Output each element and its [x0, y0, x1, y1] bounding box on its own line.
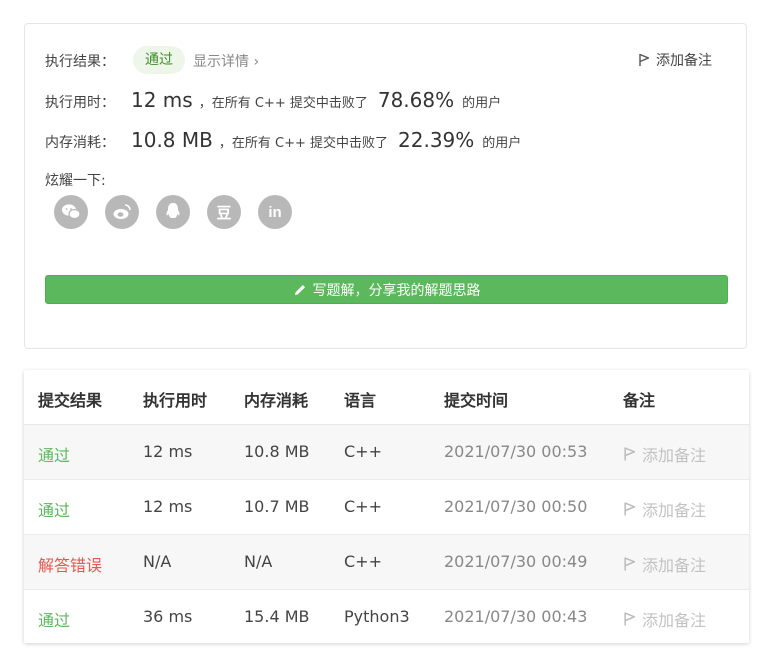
wechat-icon[interactable]: [54, 195, 88, 229]
row-add-note-label: 添加备注: [642, 501, 707, 520]
memory-value: 10.8 MB: [131, 128, 213, 152]
submissions-table: 提交结果 执行用时 内存消耗 语言 提交时间 备注 通过 12 ms 10.8 …: [24, 370, 749, 643]
row-status-link[interactable]: 通过: [38, 497, 70, 521]
row-status-link[interactable]: 解答错误: [38, 552, 102, 576]
header-status: 提交结果: [38, 391, 103, 410]
runtime-suffix: 的用户: [462, 96, 502, 111]
table-row: 通过 36 ms 15.4 MB Python3 2021/07/30 00:4…: [24, 590, 749, 643]
row-add-note-button[interactable]: 添加备注: [623, 497, 706, 521]
runtime-label: 执行用时：: [45, 95, 115, 111]
runtime-middle-text: ，在所有 C++ 提交中击败了: [198, 96, 368, 111]
douban-icon[interactable]: 豆: [207, 195, 241, 229]
memory-label: 内存消耗：: [45, 135, 115, 151]
row-runtime: N/A: [143, 552, 172, 571]
header-language: 语言: [344, 391, 377, 410]
runtime-percent: 78.68%: [377, 88, 455, 112]
row-submit-time: 2021/07/30 00:53: [444, 442, 588, 461]
memory-stat: 内存消耗： 10.8 MB ，在所有 C++ 提交中击败了 22.39% 的用户: [45, 128, 521, 152]
write-solution-label: 写题解，分享我的解题思路: [312, 282, 481, 299]
write-solution-button[interactable]: 写题解，分享我的解题思路: [45, 275, 728, 304]
row-language: C++: [344, 497, 382, 516]
row-memory: 10.8 MB: [244, 442, 310, 461]
row-add-note-label: 添加备注: [642, 611, 707, 630]
table-row: 通过 12 ms 10.7 MB C++ 2021/07/30 00:50 添加…: [24, 480, 749, 535]
row-runtime: 12 ms: [143, 497, 193, 516]
memory-middle-text: ，在所有 C++ 提交中击败了: [218, 136, 389, 151]
row-memory: 10.7 MB: [244, 497, 310, 516]
result-card: 执行结果： 通过 显示详情 › 添加备注 执行用时： 12 ms ，在所有 C+…: [24, 23, 747, 349]
table-row: 通过 12 ms 10.8 MB C++ 2021/07/30 00:53 添加…: [24, 425, 749, 480]
row-memory: N/A: [244, 552, 273, 571]
flag-icon: [624, 557, 636, 571]
row-runtime: 36 ms: [143, 607, 193, 626]
row-memory: 15.4 MB: [244, 607, 310, 626]
add-note-label: 添加备注: [656, 53, 712, 69]
row-add-note-button[interactable]: 添加备注: [623, 442, 706, 466]
douban-glyph: 豆: [216, 203, 232, 222]
runtime-value: 12 ms: [131, 88, 193, 112]
row-add-note-label: 添加备注: [642, 556, 707, 575]
share-label: 炫耀一下:: [45, 173, 106, 189]
runtime-stat: 执行用时： 12 ms ，在所有 C++ 提交中击败了 78.68% 的用户: [45, 88, 501, 112]
table-row: 解答错误 N/A N/A C++ 2021/07/30 00:49 添加备注: [24, 535, 749, 590]
row-add-note-button[interactable]: 添加备注: [623, 552, 706, 576]
status-badge: 通过: [133, 46, 185, 74]
table-header: 提交结果 执行用时 内存消耗 语言 提交时间 备注: [24, 370, 749, 425]
qq-icon[interactable]: [156, 195, 190, 229]
flag-icon: [639, 53, 650, 66]
row-language: C++: [344, 552, 382, 571]
header-submit-time: 提交时间: [444, 391, 509, 410]
add-note-button[interactable]: 添加备注: [638, 50, 712, 70]
header-memory: 内存消耗: [244, 391, 309, 410]
row-language: C++: [344, 442, 382, 461]
row-add-note-button[interactable]: 添加备注: [623, 607, 706, 631]
header-runtime: 执行用时: [143, 391, 208, 410]
row-runtime: 12 ms: [143, 442, 193, 461]
flag-icon: [624, 502, 636, 516]
header-note: 备注: [623, 391, 656, 410]
show-details-link[interactable]: 显示详情 ›: [193, 51, 259, 71]
memory-percent: 22.39%: [398, 128, 475, 152]
pencil-icon: [294, 284, 305, 295]
memory-suffix: 的用户: [482, 136, 522, 151]
row-status-link[interactable]: 通过: [38, 442, 70, 466]
row-language: Python3: [344, 607, 410, 626]
flag-icon: [624, 447, 636, 461]
row-submit-time: 2021/07/30 00:43: [444, 607, 588, 626]
flag-icon: [624, 612, 636, 626]
weibo-icon[interactable]: [105, 195, 139, 229]
result-label: 执行结果：: [45, 54, 115, 70]
linkedin-icon[interactable]: in: [258, 195, 292, 229]
share-icons: 豆 in: [54, 195, 292, 229]
row-status-link[interactable]: 通过: [38, 607, 70, 631]
row-submit-time: 2021/07/30 00:49: [444, 552, 588, 571]
linkedin-glyph: in: [268, 203, 282, 221]
row-add-note-label: 添加备注: [642, 446, 707, 465]
row-submit-time: 2021/07/30 00:50: [444, 497, 588, 516]
